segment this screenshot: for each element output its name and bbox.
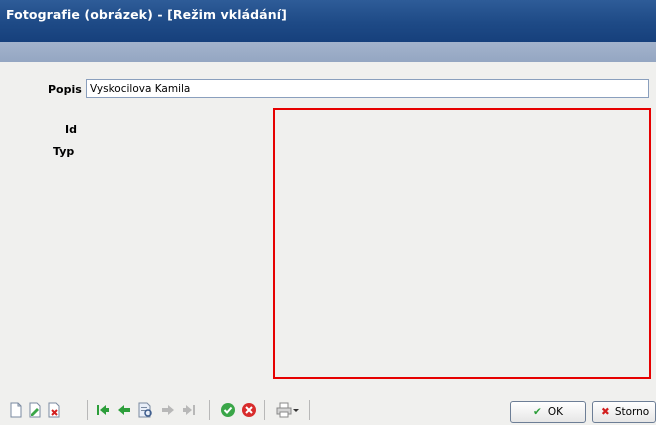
- dropdown-arrow-icon[interactable]: [292, 402, 300, 418]
- toolbar-separator: [209, 400, 210, 420]
- checkmark-icon: ✔: [533, 406, 542, 418]
- photo-frame[interactable]: [273, 108, 651, 379]
- id-label: Id: [65, 123, 77, 136]
- cross-icon: ✖: [601, 406, 610, 418]
- find-record-icon[interactable]: [137, 402, 153, 418]
- print-icon[interactable]: [276, 402, 292, 418]
- confirm-icon[interactable]: [220, 402, 236, 418]
- storno-button[interactable]: ✖ Storno: [592, 401, 656, 423]
- previous-record-icon[interactable]: [116, 402, 132, 418]
- popis-input[interactable]: [86, 79, 649, 98]
- popis-label: Popis: [48, 83, 82, 96]
- ok-button[interactable]: ✔ OK: [510, 401, 586, 423]
- new-record-icon[interactable]: [8, 402, 24, 418]
- title-bar: Fotografie (obrázek) - [Režim vkládání]: [0, 0, 656, 42]
- cancel-icon[interactable]: [241, 402, 257, 418]
- header-strip: [0, 42, 656, 62]
- typ-label: Typ: [53, 145, 75, 158]
- delete-record-icon[interactable]: [46, 402, 62, 418]
- toolbar-separator: [264, 400, 265, 420]
- last-record-icon[interactable]: [181, 402, 197, 418]
- edit-record-icon[interactable]: [27, 402, 43, 418]
- window-title: Fotografie (obrázek) - [Režim vkládání]: [6, 7, 287, 22]
- ok-label: OK: [547, 406, 563, 418]
- next-record-icon[interactable]: [160, 402, 176, 418]
- first-record-icon[interactable]: [95, 402, 111, 418]
- toolbar-separator: [87, 400, 88, 420]
- toolbar-separator: [309, 400, 310, 420]
- storno-label: Storno: [614, 406, 650, 418]
